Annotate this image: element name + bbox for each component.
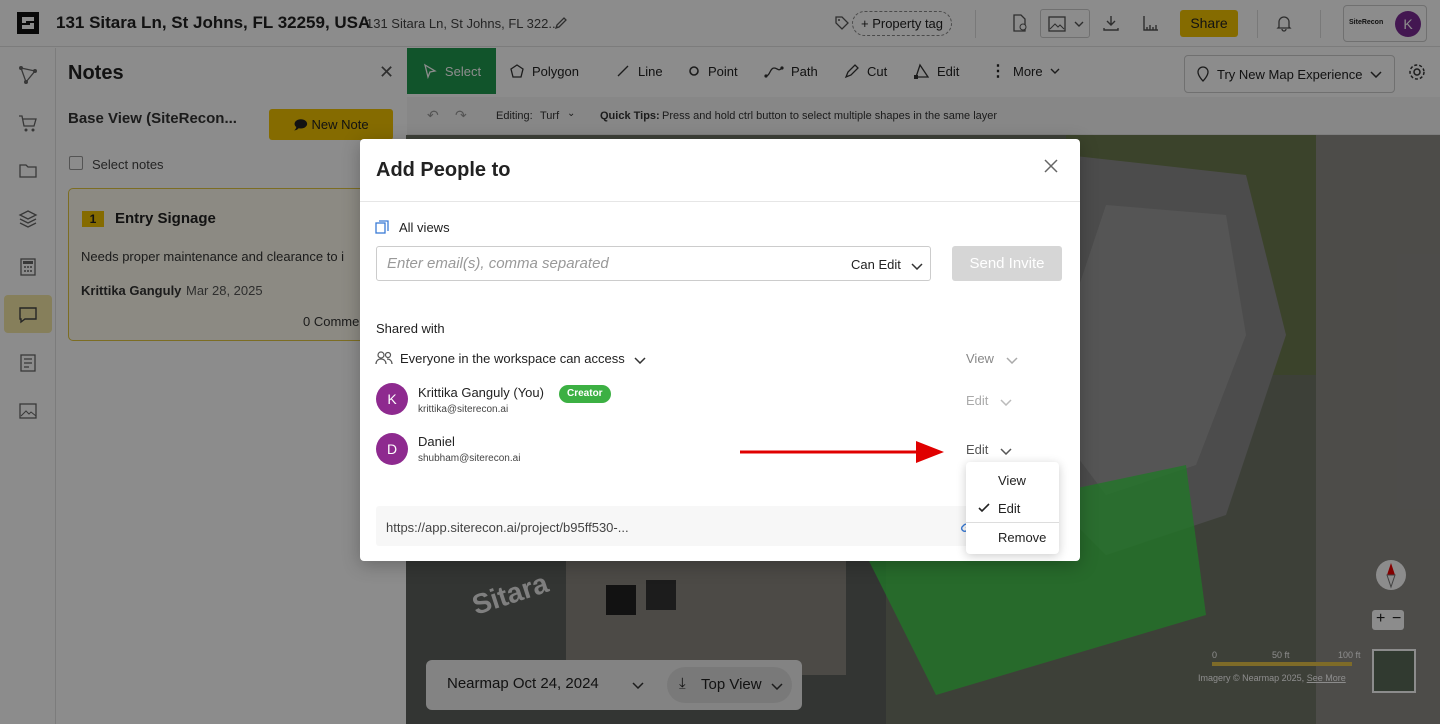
- permission-label: Can Edit: [851, 257, 901, 272]
- permission-select[interactable]: Can Edit: [851, 257, 923, 272]
- user-permission-label: Edit: [966, 442, 989, 457]
- shared-with-heading: Shared with: [376, 321, 445, 336]
- workspace-access-label: Everyone in the workspace can access: [400, 351, 625, 366]
- dropdown-item-remove-label: Remove: [998, 530, 1047, 545]
- email-input[interactable]: [387, 255, 827, 272]
- workspace-permission-label: View: [966, 351, 994, 366]
- dropdown-item-edit[interactable]: Edit: [966, 494, 1059, 522]
- user-permission-label: Edit: [966, 393, 989, 408]
- workspace-access-select[interactable]: Everyone in the workspace can access: [400, 351, 646, 366]
- permission-dropdown-menu: View Edit Remove: [966, 462, 1059, 554]
- user-permission-select[interactable]: Edit: [966, 442, 1012, 457]
- user-email: krittika@siterecon.ai: [418, 404, 509, 415]
- chevron-down-icon: [1000, 448, 1012, 455]
- modal-divider: [360, 201, 1080, 202]
- share-link-box: https://app.siterecon.ai/project/b95ff53…: [376, 506, 976, 546]
- close-icon[interactable]: [1043, 158, 1059, 174]
- workspace-permission-select[interactable]: View: [966, 351, 1018, 366]
- user-name: Krittika Ganguly (You): [418, 385, 544, 400]
- chevron-down-icon: [1006, 357, 1018, 364]
- send-invite-button[interactable]: Send Invite: [952, 246, 1062, 281]
- users-icon: [375, 351, 393, 365]
- copy-views-icon: [375, 220, 389, 234]
- check-icon: [978, 503, 990, 513]
- all-views-label: All views: [399, 220, 450, 235]
- chevron-down-icon: [910, 263, 923, 270]
- dropdown-item-view[interactable]: View: [966, 466, 1059, 494]
- user-email: shubham@siterecon.ai: [418, 453, 521, 464]
- dropdown-item-remove[interactable]: Remove: [966, 523, 1059, 551]
- red-arrow-annotation: [740, 441, 944, 463]
- creator-badge: Creator: [559, 385, 611, 403]
- dropdown-item-edit-label: Edit: [998, 501, 1021, 516]
- user-permission-select: Edit: [966, 393, 1012, 408]
- dropdown-item-view-label: View: [998, 473, 1026, 488]
- user-name: Daniel: [418, 434, 455, 449]
- user-avatar: D: [376, 433, 408, 465]
- chevron-down-icon: [1000, 399, 1012, 406]
- user-avatar: K: [376, 383, 408, 415]
- email-input-group: Can Edit: [376, 246, 931, 281]
- modal-title: Add People to: [376, 159, 511, 181]
- share-link-url[interactable]: https://app.siterecon.ai/project/b95ff53…: [386, 520, 629, 535]
- chevron-down-icon: [634, 357, 646, 364]
